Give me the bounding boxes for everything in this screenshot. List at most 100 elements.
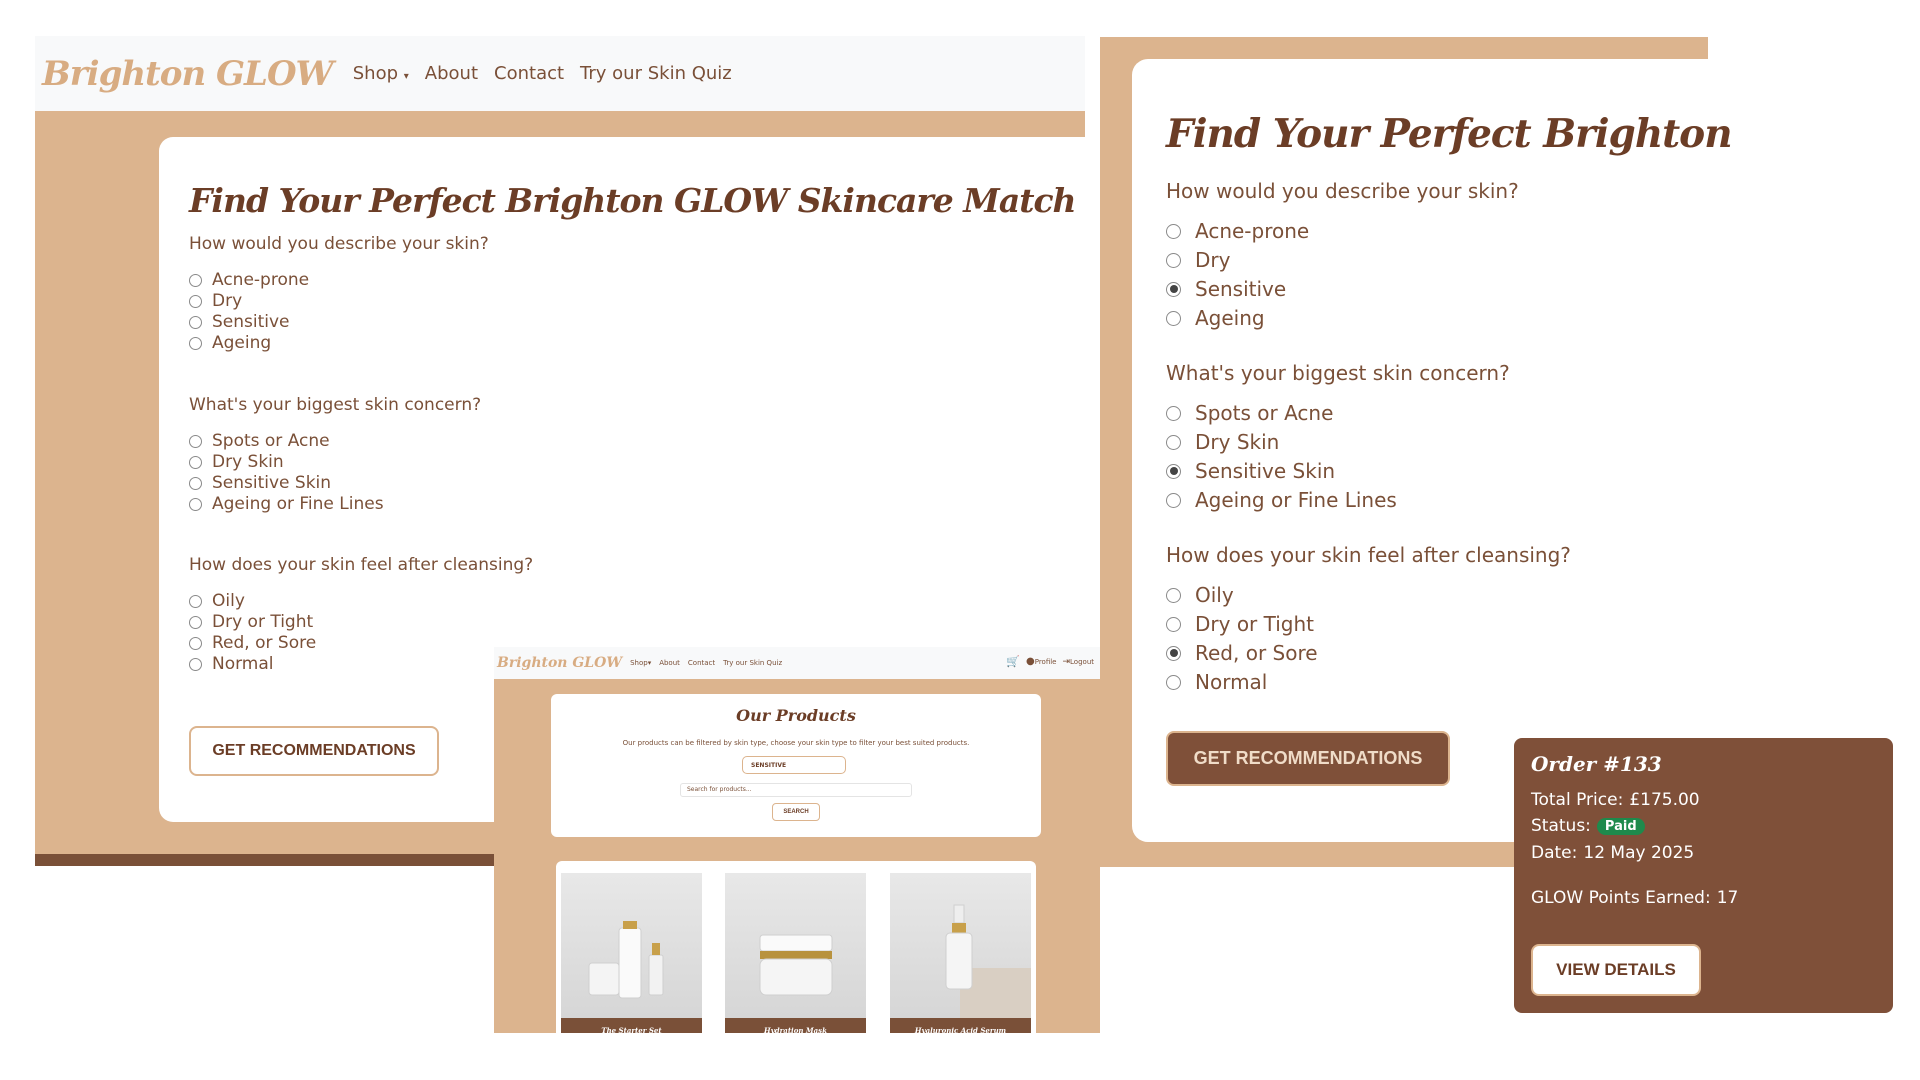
product-name[interactable]: Hydration Mask bbox=[725, 1018, 866, 1033]
order-date: Date: 12 May 2025 bbox=[1531, 843, 1695, 863]
quiz-title: Find Your Perfect Brighton bbox=[1166, 111, 1733, 157]
products-header-panel: Our Products Our products can be filtere… bbox=[551, 694, 1041, 837]
product-image-hyaluronic-serum bbox=[890, 873, 1031, 1018]
basket-icon[interactable]: 🛒 bbox=[1006, 655, 1020, 668]
radio-icon[interactable] bbox=[189, 294, 202, 308]
option-sensitive-skin[interactable]: Sensitive Skin bbox=[1166, 459, 1335, 483]
radio-icon[interactable] bbox=[189, 657, 202, 671]
radio-icon[interactable] bbox=[189, 615, 202, 629]
products-navbar: Brighton GLOW Shop▾ About Contact Try ou… bbox=[494, 647, 1100, 679]
option-spots-or-acne[interactable]: Spots or Acne bbox=[189, 431, 330, 451]
option-sensitive-skin[interactable]: Sensitive Skin bbox=[189, 473, 331, 493]
option-sensitive[interactable]: Sensitive bbox=[189, 312, 290, 332]
products-subtitle: Our products can be filtered by skin typ… bbox=[622, 739, 970, 747]
option-normal[interactable]: Normal bbox=[189, 654, 274, 674]
radio-icon[interactable] bbox=[1166, 405, 1181, 421]
nav-shop[interactable]: Shop▾ bbox=[630, 659, 651, 667]
radio-icon[interactable] bbox=[189, 594, 202, 608]
search-button[interactable]: SEARCH bbox=[772, 803, 820, 821]
option-dry[interactable]: Dry bbox=[1166, 248, 1230, 272]
radio-icon[interactable] bbox=[189, 476, 202, 490]
product-name[interactable]: The Starter Set bbox=[561, 1018, 702, 1033]
logout-icon: ⇥ bbox=[1062, 656, 1071, 667]
logout-link[interactable]: ⇥Logout bbox=[1062, 657, 1094, 667]
radio-icon[interactable] bbox=[189, 497, 202, 511]
nav-about[interactable]: About bbox=[659, 659, 680, 667]
option-red-or-sore[interactable]: Red, or Sore bbox=[189, 633, 316, 653]
radio-icon[interactable] bbox=[1166, 587, 1181, 603]
question-2: What's your biggest skin concern? bbox=[1166, 361, 1510, 385]
order-date-value: 12 May 2025 bbox=[1583, 843, 1695, 863]
get-recommendations-button[interactable]: GET RECOMMENDATIONS bbox=[189, 726, 439, 776]
brand-logo[interactable]: Brighton GLOW bbox=[497, 655, 622, 671]
radio-icon[interactable] bbox=[189, 315, 202, 329]
glow-points-value: 17 bbox=[1716, 888, 1739, 908]
radio-checked-icon[interactable] bbox=[1166, 463, 1181, 479]
option-ageing[interactable]: Ageing bbox=[189, 333, 271, 353]
nav-shop[interactable]: Shop ▾ bbox=[353, 63, 409, 84]
option-sensitive[interactable]: Sensitive bbox=[1166, 277, 1286, 301]
order-total-value: £175.00 bbox=[1629, 790, 1700, 810]
radio-icon[interactable] bbox=[1166, 674, 1181, 690]
radio-icon[interactable] bbox=[1166, 252, 1181, 268]
question-3: How does your skin feel after cleansing? bbox=[1166, 543, 1571, 567]
question-3: How does your skin feel after cleansing? bbox=[189, 555, 534, 575]
option-acne-prone[interactable]: Acne-prone bbox=[1166, 219, 1309, 243]
option-dry-or-tight[interactable]: Dry or Tight bbox=[1166, 612, 1314, 636]
view-details-button[interactable]: VIEW DETAILS bbox=[1531, 944, 1701, 996]
skin-type-select[interactable]: SENSITIVE bbox=[742, 756, 846, 774]
profile-link[interactable]: ●Profile bbox=[1026, 656, 1057, 667]
radio-checked-icon[interactable] bbox=[1166, 645, 1181, 661]
nav-about[interactable]: About bbox=[425, 63, 478, 84]
nav-quiz[interactable]: Try our Skin Quiz bbox=[580, 63, 732, 84]
status-badge: Paid bbox=[1596, 817, 1645, 835]
option-acne-prone[interactable]: Acne-prone bbox=[189, 270, 309, 290]
option-oily[interactable]: Oily bbox=[1166, 583, 1234, 607]
option-dry-or-tight[interactable]: Dry or Tight bbox=[189, 612, 313, 632]
question-2: What's your biggest skin concern? bbox=[189, 395, 482, 415]
question-1: How would you describe your skin? bbox=[189, 234, 489, 254]
navbar: Brighton GLOW Shop ▾ About Contact Try o… bbox=[35, 36, 1085, 111]
nav-quiz[interactable]: Try our Skin Quiz bbox=[723, 659, 782, 667]
option-normal[interactable]: Normal bbox=[1166, 670, 1267, 694]
radio-icon[interactable] bbox=[1166, 223, 1181, 239]
radio-icon[interactable] bbox=[1166, 310, 1181, 326]
option-red-or-sore[interactable]: Red, or Sore bbox=[1166, 641, 1318, 665]
product-image-starter-set bbox=[561, 873, 702, 1018]
radio-icon[interactable] bbox=[189, 455, 202, 469]
search-input[interactable]: Search for products... bbox=[680, 783, 912, 797]
products-page-screenshot: Brighton GLOW Shop▾ About Contact Try ou… bbox=[494, 647, 1100, 1033]
product-name[interactable]: Hyaluronic Acid Serum bbox=[890, 1018, 1031, 1033]
radio-icon[interactable] bbox=[189, 273, 202, 287]
product-image-hydration-mask bbox=[725, 873, 866, 1018]
option-dry[interactable]: Dry bbox=[189, 291, 242, 311]
option-dry-skin[interactable]: Dry Skin bbox=[189, 452, 284, 472]
radio-icon[interactable] bbox=[1166, 434, 1181, 450]
option-ageing-or-fine-lines[interactable]: Ageing or Fine Lines bbox=[1166, 488, 1397, 512]
quiz-card: Find Your Perfect Brighton How would you… bbox=[1132, 59, 1733, 842]
option-ageing-or-fine-lines[interactable]: Ageing or Fine Lines bbox=[189, 494, 384, 514]
radio-checked-icon[interactable] bbox=[1166, 281, 1181, 297]
get-recommendations-button[interactable]: GET RECOMMENDATIONS bbox=[1166, 731, 1450, 786]
product-card[interactable]: Hyaluronic Acid Serum bbox=[890, 873, 1031, 1033]
radio-icon[interactable] bbox=[189, 434, 202, 448]
question-1: How would you describe your skin? bbox=[1166, 179, 1519, 203]
radio-icon[interactable] bbox=[1166, 492, 1181, 508]
order-status: Status: Paid bbox=[1531, 816, 1645, 836]
nav-contact[interactable]: Contact bbox=[494, 63, 564, 84]
radio-icon[interactable] bbox=[1166, 616, 1181, 632]
order-total: Total Price: £175.00 bbox=[1531, 790, 1700, 810]
radio-icon[interactable] bbox=[189, 336, 202, 350]
option-oily[interactable]: Oily bbox=[189, 591, 245, 611]
brand-logo[interactable]: Brighton GLOW bbox=[42, 54, 334, 94]
option-ageing[interactable]: Ageing bbox=[1166, 306, 1265, 330]
nav-contact[interactable]: Contact bbox=[688, 659, 715, 667]
caret-down-icon: ▾ bbox=[403, 71, 409, 82]
product-card[interactable]: The Starter Set bbox=[561, 873, 702, 1033]
product-card[interactable]: Hydration Mask bbox=[725, 873, 866, 1033]
glow-points: GLOW Points Earned: 17 bbox=[1531, 888, 1739, 908]
radio-icon[interactable] bbox=[189, 636, 202, 650]
option-dry-skin[interactable]: Dry Skin bbox=[1166, 430, 1279, 454]
products-title: Our Products bbox=[736, 706, 856, 725]
option-spots-or-acne[interactable]: Spots or Acne bbox=[1166, 401, 1333, 425]
